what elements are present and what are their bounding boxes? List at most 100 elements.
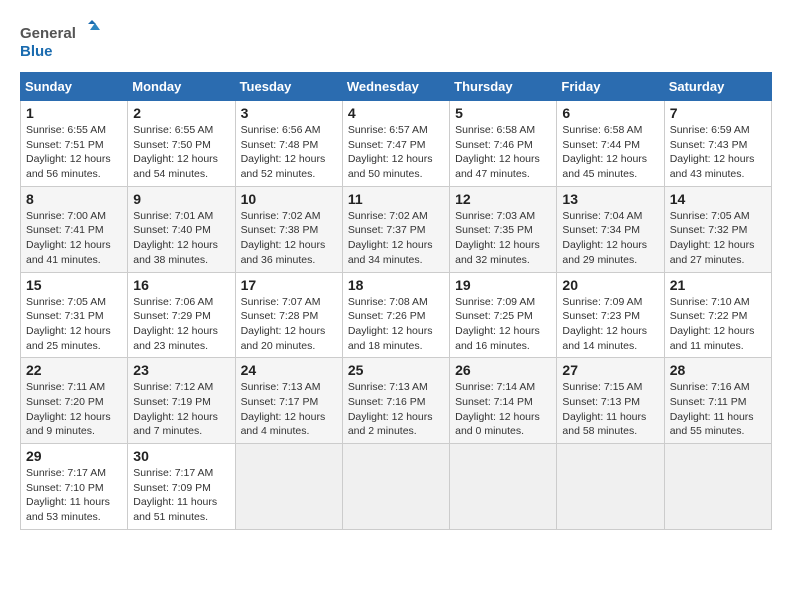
day-info: Sunrise: 6:56 AMSunset: 7:48 PMDaylight:…	[241, 124, 326, 180]
calendar-day-empty	[664, 444, 771, 530]
calendar-day-17: 17 Sunrise: 7:07 AMSunset: 7:28 PMDaylig…	[235, 272, 342, 358]
calendar-day-19: 19 Sunrise: 7:09 AMSunset: 7:25 PMDaylig…	[450, 272, 557, 358]
day-number: 26	[455, 362, 551, 378]
day-number: 4	[348, 105, 444, 121]
day-number: 21	[670, 277, 766, 293]
day-info: Sunrise: 7:00 AMSunset: 7:41 PMDaylight:…	[26, 210, 111, 266]
calendar-day-empty	[450, 444, 557, 530]
day-info: Sunrise: 7:10 AMSunset: 7:22 PMDaylight:…	[670, 296, 755, 352]
calendar-day-5: 5 Sunrise: 6:58 AMSunset: 7:46 PMDayligh…	[450, 101, 557, 187]
day-info: Sunrise: 7:16 AMSunset: 7:11 PMDaylight:…	[670, 381, 754, 437]
calendar-day-24: 24 Sunrise: 7:13 AMSunset: 7:17 PMDaylig…	[235, 358, 342, 444]
day-info: Sunrise: 7:04 AMSunset: 7:34 PMDaylight:…	[562, 210, 647, 266]
day-number: 2	[133, 105, 229, 121]
day-number: 9	[133, 191, 229, 207]
calendar-table: SundayMondayTuesdayWednesdayThursdayFrid…	[20, 72, 772, 530]
calendar-day-empty	[557, 444, 664, 530]
calendar-day-25: 25 Sunrise: 7:13 AMSunset: 7:16 PMDaylig…	[342, 358, 449, 444]
calendar-day-28: 28 Sunrise: 7:16 AMSunset: 7:11 PMDaylig…	[664, 358, 771, 444]
calendar-week-row: 29 Sunrise: 7:17 AMSunset: 7:10 PMDaylig…	[21, 444, 772, 530]
calendar-week-row: 15 Sunrise: 7:05 AMSunset: 7:31 PMDaylig…	[21, 272, 772, 358]
calendar-day-15: 15 Sunrise: 7:05 AMSunset: 7:31 PMDaylig…	[21, 272, 128, 358]
day-info: Sunrise: 7:13 AMSunset: 7:17 PMDaylight:…	[241, 381, 326, 437]
calendar-day-2: 2 Sunrise: 6:55 AMSunset: 7:50 PMDayligh…	[128, 101, 235, 187]
day-info: Sunrise: 7:02 AMSunset: 7:38 PMDaylight:…	[241, 210, 326, 266]
day-info: Sunrise: 6:57 AMSunset: 7:47 PMDaylight:…	[348, 124, 433, 180]
calendar-day-29: 29 Sunrise: 7:17 AMSunset: 7:10 PMDaylig…	[21, 444, 128, 530]
day-info: Sunrise: 7:03 AMSunset: 7:35 PMDaylight:…	[455, 210, 540, 266]
calendar-day-10: 10 Sunrise: 7:02 AMSunset: 7:38 PMDaylig…	[235, 186, 342, 272]
weekday-header-tuesday: Tuesday	[235, 73, 342, 101]
day-number: 12	[455, 191, 551, 207]
day-number: 10	[241, 191, 337, 207]
calendar-day-14: 14 Sunrise: 7:05 AMSunset: 7:32 PMDaylig…	[664, 186, 771, 272]
day-info: Sunrise: 7:15 AMSunset: 7:13 PMDaylight:…	[562, 381, 646, 437]
day-info: Sunrise: 6:55 AMSunset: 7:51 PMDaylight:…	[26, 124, 111, 180]
calendar-day-30: 30 Sunrise: 7:17 AMSunset: 7:09 PMDaylig…	[128, 444, 235, 530]
weekday-header-thursday: Thursday	[450, 73, 557, 101]
day-number: 7	[670, 105, 766, 121]
calendar-day-13: 13 Sunrise: 7:04 AMSunset: 7:34 PMDaylig…	[557, 186, 664, 272]
day-number: 6	[562, 105, 658, 121]
day-number: 22	[26, 362, 122, 378]
day-number: 1	[26, 105, 122, 121]
day-info: Sunrise: 7:09 AMSunset: 7:23 PMDaylight:…	[562, 296, 647, 352]
weekday-header-saturday: Saturday	[664, 73, 771, 101]
calendar-day-4: 4 Sunrise: 6:57 AMSunset: 7:47 PMDayligh…	[342, 101, 449, 187]
day-info: Sunrise: 7:17 AMSunset: 7:09 PMDaylight:…	[133, 467, 217, 523]
day-info: Sunrise: 7:06 AMSunset: 7:29 PMDaylight:…	[133, 296, 218, 352]
day-info: Sunrise: 7:12 AMSunset: 7:19 PMDaylight:…	[133, 381, 218, 437]
day-info: Sunrise: 6:59 AMSunset: 7:43 PMDaylight:…	[670, 124, 755, 180]
day-number: 19	[455, 277, 551, 293]
day-info: Sunrise: 7:07 AMSunset: 7:28 PMDaylight:…	[241, 296, 326, 352]
day-info: Sunrise: 7:02 AMSunset: 7:37 PMDaylight:…	[348, 210, 433, 266]
calendar-day-18: 18 Sunrise: 7:08 AMSunset: 7:26 PMDaylig…	[342, 272, 449, 358]
day-number: 18	[348, 277, 444, 293]
calendar-day-3: 3 Sunrise: 6:56 AMSunset: 7:48 PMDayligh…	[235, 101, 342, 187]
day-number: 24	[241, 362, 337, 378]
day-number: 16	[133, 277, 229, 293]
calendar-day-8: 8 Sunrise: 7:00 AMSunset: 7:41 PMDayligh…	[21, 186, 128, 272]
calendar-day-empty	[342, 444, 449, 530]
day-info: Sunrise: 7:05 AMSunset: 7:31 PMDaylight:…	[26, 296, 111, 352]
svg-text:General: General	[20, 25, 76, 42]
calendar-day-empty	[235, 444, 342, 530]
day-info: Sunrise: 7:13 AMSunset: 7:16 PMDaylight:…	[348, 381, 433, 437]
logo: General Blue	[20, 20, 100, 62]
calendar-day-7: 7 Sunrise: 6:59 AMSunset: 7:43 PMDayligh…	[664, 101, 771, 187]
weekday-header-wednesday: Wednesday	[342, 73, 449, 101]
calendar-day-16: 16 Sunrise: 7:06 AMSunset: 7:29 PMDaylig…	[128, 272, 235, 358]
day-number: 20	[562, 277, 658, 293]
page-header: General Blue	[20, 20, 772, 62]
day-info: Sunrise: 6:58 AMSunset: 7:44 PMDaylight:…	[562, 124, 647, 180]
day-info: Sunrise: 6:58 AMSunset: 7:46 PMDaylight:…	[455, 124, 540, 180]
day-number: 13	[562, 191, 658, 207]
weekday-header-friday: Friday	[557, 73, 664, 101]
svg-text:Blue: Blue	[20, 43, 53, 60]
weekday-header-sunday: Sunday	[21, 73, 128, 101]
day-info: Sunrise: 7:01 AMSunset: 7:40 PMDaylight:…	[133, 210, 218, 266]
weekday-header-row: SundayMondayTuesdayWednesdayThursdayFrid…	[21, 73, 772, 101]
day-info: Sunrise: 7:09 AMSunset: 7:25 PMDaylight:…	[455, 296, 540, 352]
calendar-day-22: 22 Sunrise: 7:11 AMSunset: 7:20 PMDaylig…	[21, 358, 128, 444]
day-number: 27	[562, 362, 658, 378]
day-info: Sunrise: 7:11 AMSunset: 7:20 PMDaylight:…	[26, 381, 111, 437]
calendar-day-20: 20 Sunrise: 7:09 AMSunset: 7:23 PMDaylig…	[557, 272, 664, 358]
logo-icon: General Blue	[20, 20, 100, 62]
weekday-header-monday: Monday	[128, 73, 235, 101]
day-number: 15	[26, 277, 122, 293]
day-number: 25	[348, 362, 444, 378]
calendar-day-11: 11 Sunrise: 7:02 AMSunset: 7:37 PMDaylig…	[342, 186, 449, 272]
calendar-week-row: 8 Sunrise: 7:00 AMSunset: 7:41 PMDayligh…	[21, 186, 772, 272]
calendar-week-row: 22 Sunrise: 7:11 AMSunset: 7:20 PMDaylig…	[21, 358, 772, 444]
day-info: Sunrise: 7:17 AMSunset: 7:10 PMDaylight:…	[26, 467, 110, 523]
calendar-day-1: 1 Sunrise: 6:55 AMSunset: 7:51 PMDayligh…	[21, 101, 128, 187]
calendar-day-12: 12 Sunrise: 7:03 AMSunset: 7:35 PMDaylig…	[450, 186, 557, 272]
calendar-day-26: 26 Sunrise: 7:14 AMSunset: 7:14 PMDaylig…	[450, 358, 557, 444]
day-number: 8	[26, 191, 122, 207]
calendar-day-6: 6 Sunrise: 6:58 AMSunset: 7:44 PMDayligh…	[557, 101, 664, 187]
day-number: 30	[133, 448, 229, 464]
calendar-day-27: 27 Sunrise: 7:15 AMSunset: 7:13 PMDaylig…	[557, 358, 664, 444]
day-info: Sunrise: 7:08 AMSunset: 7:26 PMDaylight:…	[348, 296, 433, 352]
day-number: 17	[241, 277, 337, 293]
